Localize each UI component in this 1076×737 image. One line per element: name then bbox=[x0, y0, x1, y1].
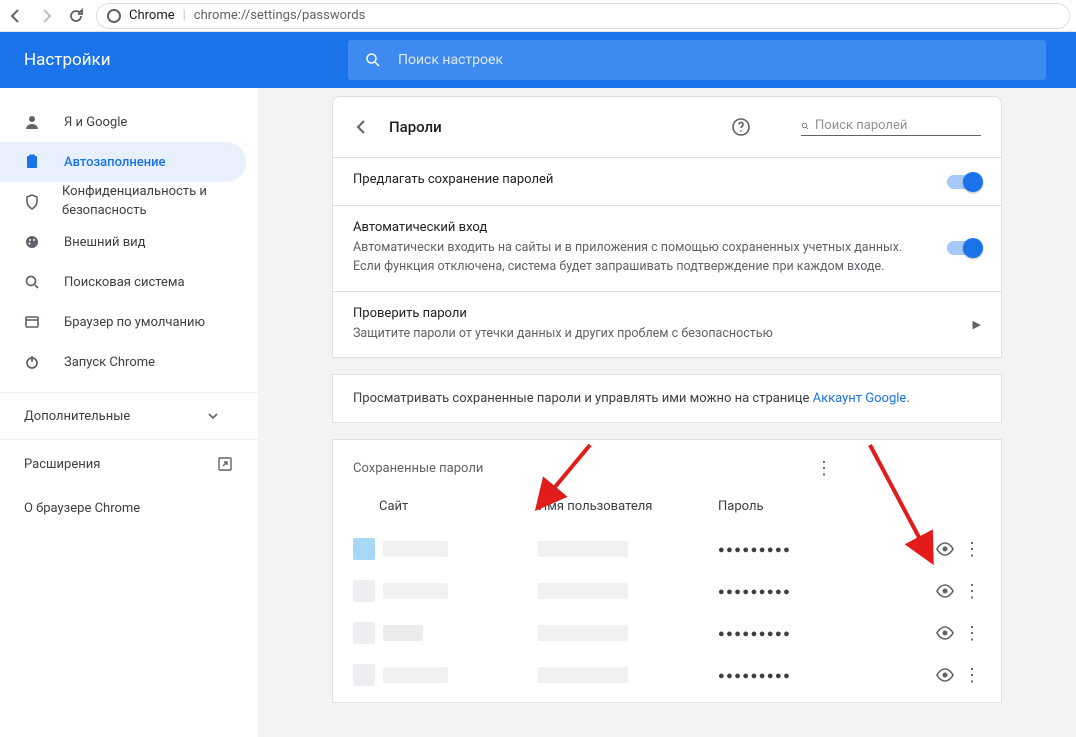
sidebar-item-you-and-google[interactable]: Я и Google bbox=[0, 102, 246, 142]
chevron-right-icon: ▶ bbox=[973, 318, 981, 331]
site-blurred bbox=[383, 667, 448, 683]
table-row[interactable]: ●●●●●●●●● ⋮ bbox=[333, 570, 1001, 612]
sidebar-item-on-startup[interactable]: Запуск Chrome bbox=[0, 342, 246, 382]
toggle-auto-signin[interactable] bbox=[947, 241, 981, 255]
sidebar-item-autofill[interactable]: Автозаполнение bbox=[0, 142, 246, 182]
sidebar: Я и Google Автозаполнение Конфиденциальн… bbox=[0, 88, 258, 737]
shield-icon bbox=[24, 194, 40, 210]
clipboard-icon bbox=[24, 154, 42, 170]
setting-check-passwords[interactable]: Проверить пароли Защитите пароли от утеч… bbox=[332, 292, 1002, 359]
site-blurred bbox=[383, 583, 448, 599]
sidebar-item-search-engine[interactable]: Поисковая система bbox=[0, 262, 246, 302]
sidebar-item-label: Внешний вид bbox=[64, 235, 146, 250]
reload-button[interactable] bbox=[66, 6, 86, 26]
col-pass: Пароль bbox=[718, 499, 981, 514]
search-icon bbox=[24, 274, 42, 290]
password-mask: ●●●●●●●●● bbox=[718, 669, 791, 682]
chevron-down-icon bbox=[208, 413, 218, 419]
row-more-button[interactable]: ⋮ bbox=[963, 581, 981, 602]
row-more-button[interactable]: ⋮ bbox=[963, 539, 981, 560]
sidebar-item-label: Конфиденциальность и безопасность bbox=[62, 183, 246, 221]
page-header: Пароли bbox=[332, 96, 1002, 158]
table-row[interactable]: ●●●●●●●●● ⋮ bbox=[333, 528, 1001, 570]
eye-icon[interactable] bbox=[935, 542, 963, 556]
palette-icon bbox=[24, 234, 42, 250]
saved-passwords-header: Сохраненные пароли ⋮ bbox=[333, 440, 1001, 489]
browser-omnibar: Chrome | chrome://settings/passwords bbox=[0, 0, 1076, 32]
search-icon bbox=[801, 119, 809, 133]
sidebar-item-label: Я и Google bbox=[64, 115, 127, 130]
person-icon bbox=[24, 114, 42, 130]
site-blurred bbox=[383, 625, 423, 641]
passwords-search-input[interactable] bbox=[815, 118, 981, 133]
favicon bbox=[353, 580, 375, 602]
settings-search-input[interactable] bbox=[398, 52, 1030, 68]
username-blurred bbox=[538, 667, 628, 683]
more-menu-button[interactable]: ⋮ bbox=[667, 458, 981, 479]
sidebar-advanced[interactable]: Дополнительные bbox=[0, 392, 258, 440]
favicon bbox=[353, 664, 375, 686]
eye-icon[interactable] bbox=[935, 626, 963, 640]
password-mask: ●●●●●●●●● bbox=[718, 543, 791, 556]
open-in-new-icon bbox=[218, 457, 232, 471]
username-blurred bbox=[538, 541, 628, 557]
address-url: chrome://settings/passwords bbox=[194, 8, 366, 23]
setting-auto-signin[interactable]: Автоматический вход Автоматически входит… bbox=[332, 206, 1002, 292]
forward-button[interactable] bbox=[36, 6, 56, 26]
google-account-link[interactable]: Аккаунт Google bbox=[813, 391, 907, 406]
passwords-search[interactable] bbox=[801, 118, 981, 136]
chrome-icon bbox=[107, 9, 121, 23]
settings-search[interactable] bbox=[348, 40, 1046, 80]
sidebar-about[interactable]: О браузере Chrome bbox=[0, 488, 258, 528]
favicon bbox=[353, 622, 375, 644]
table-row[interactable]: ●●●●●●●●● ⋮ bbox=[333, 612, 1001, 654]
sidebar-item-label: Запуск Chrome bbox=[64, 355, 155, 370]
address-bar[interactable]: Chrome | chrome://settings/passwords bbox=[96, 3, 1070, 29]
manage-note: Просматривать сохраненные пароли и управ… bbox=[332, 374, 1002, 423]
row-more-button[interactable]: ⋮ bbox=[963, 665, 981, 686]
sidebar-item-label: Автозаполнение bbox=[64, 155, 166, 170]
favicon bbox=[353, 538, 375, 560]
browser-icon bbox=[24, 314, 42, 330]
page-title: Пароли bbox=[389, 118, 713, 136]
content-area: Пароли Предлагать сохранение паролей Авт… bbox=[258, 88, 1076, 737]
sidebar-item-label: Браузер по умолчанию bbox=[64, 315, 205, 330]
password-mask: ●●●●●●●●● bbox=[718, 585, 791, 598]
col-site: Сайт bbox=[353, 499, 538, 514]
sidebar-item-label: Поисковая система bbox=[64, 275, 185, 290]
site-blurred bbox=[383, 541, 448, 557]
sidebar-item-appearance[interactable]: Внешний вид bbox=[0, 222, 246, 262]
row-more-button[interactable]: ⋮ bbox=[963, 623, 981, 644]
settings-title: Настройки bbox=[24, 50, 324, 70]
sidebar-item-default-browser[interactable]: Браузер по умолчанию bbox=[0, 302, 246, 342]
username-blurred bbox=[538, 625, 628, 641]
sidebar-extensions[interactable]: Расширения bbox=[0, 440, 258, 488]
toggle-offer-save[interactable] bbox=[947, 175, 981, 189]
eye-icon[interactable] bbox=[935, 584, 963, 598]
username-blurred bbox=[538, 583, 628, 599]
address-product: Chrome bbox=[129, 8, 175, 23]
help-icon[interactable] bbox=[731, 117, 751, 137]
saved-passwords-card: Сохраненные пароли ⋮ Сайт Имя пользовате… bbox=[332, 439, 1002, 703]
setting-offer-save[interactable]: Предлагать сохранение паролей bbox=[332, 158, 1002, 206]
table-header: Сайт Имя пользователя Пароль bbox=[333, 489, 1001, 528]
col-user: Имя пользователя bbox=[538, 499, 718, 514]
settings-header: Настройки bbox=[0, 32, 1076, 88]
back-button[interactable] bbox=[6, 6, 26, 26]
sidebar-item-privacy[interactable]: Конфиденциальность и безопасность bbox=[0, 182, 246, 222]
password-mask: ●●●●●●●●● bbox=[718, 627, 791, 640]
table-row[interactable]: ●●●●●●●●● ⋮ bbox=[333, 654, 1001, 696]
back-arrow-icon[interactable] bbox=[353, 118, 371, 136]
eye-icon[interactable] bbox=[935, 668, 963, 682]
power-icon bbox=[24, 354, 42, 370]
search-icon bbox=[364, 51, 382, 69]
